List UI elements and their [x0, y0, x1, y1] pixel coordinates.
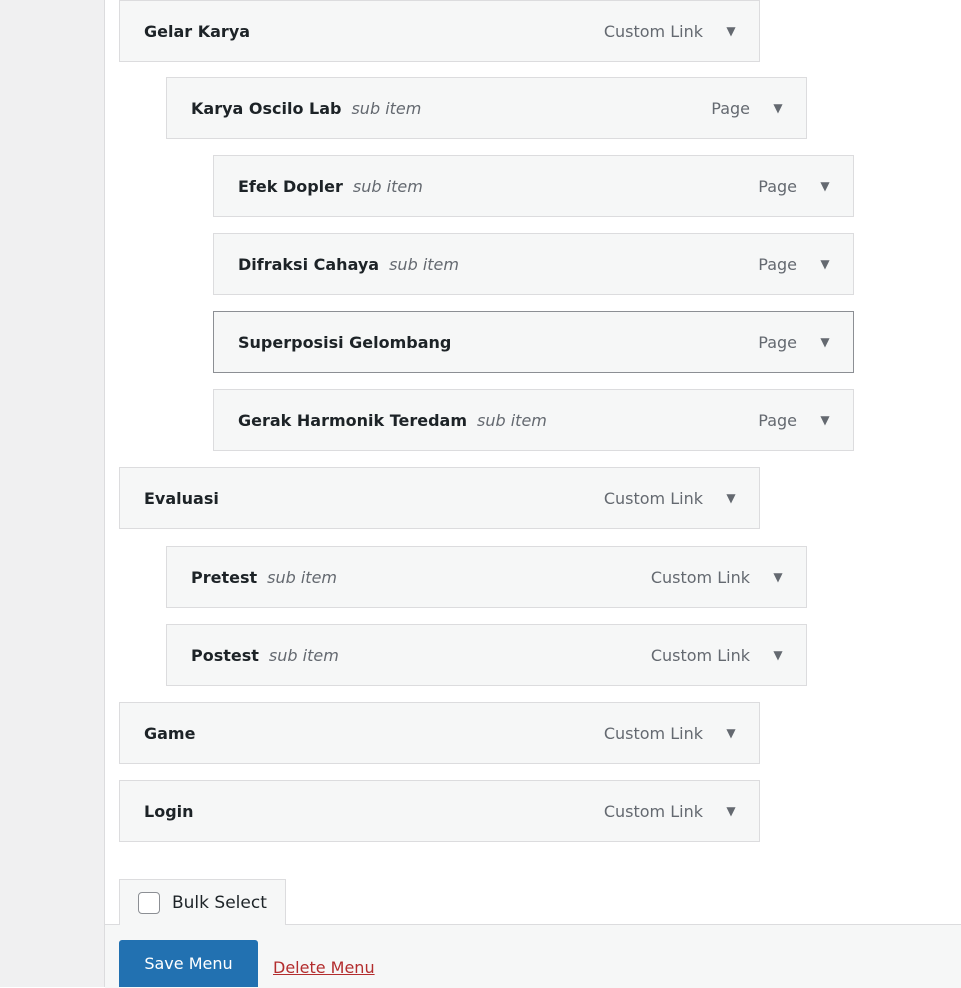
- chevron-down-icon[interactable]: ▼: [703, 24, 759, 38]
- chevron-down-icon[interactable]: ▼: [750, 570, 806, 584]
- menu-item-sub-label: sub item: [351, 98, 422, 118]
- menu-item-sub-label: sub item: [477, 410, 547, 430]
- menu-item-title: Gelar Karya: [144, 21, 251, 41]
- chevron-down-icon[interactable]: ▼: [750, 101, 806, 115]
- menu-item-type: Page: [711, 98, 750, 118]
- menu-item-type: Custom Link: [650, 567, 750, 587]
- chevron-down-icon[interactable]: ▼: [703, 491, 759, 505]
- menu-item-postest[interactable]: Postest sub item Custom Link ▼: [166, 624, 807, 686]
- save-menu-button[interactable]: Save Menu: [119, 940, 258, 987]
- menu-item-title: Game: [144, 723, 196, 743]
- menu-item-efek-dopler[interactable]: Efek Dopler sub item Page ▼: [213, 155, 854, 217]
- menu-item-title: Evaluasi: [144, 488, 219, 508]
- menu-item-type: Page: [758, 332, 797, 352]
- menu-item-sub-label: sub item: [267, 567, 338, 587]
- menu-item-type: Page: [758, 410, 797, 430]
- menu-item-login[interactable]: Login Custom Link ▼: [119, 780, 760, 842]
- menu-item-type: Custom Link: [603, 723, 703, 743]
- menu-item-superposisi-gelombang[interactable]: Superposisi Gelombang Page ▼: [213, 311, 854, 373]
- menu-item-type: Custom Link: [603, 801, 703, 821]
- bulk-select-checkbox[interactable]: [138, 891, 160, 914]
- menu-item-game[interactable]: Game Custom Link ▼: [119, 702, 760, 764]
- menu-item-type: Page: [758, 176, 797, 196]
- chevron-down-icon[interactable]: ▼: [703, 726, 759, 740]
- menu-item-title: Login: [144, 801, 194, 821]
- bulk-select-label: Bulk Select: [172, 892, 267, 913]
- chevron-down-icon[interactable]: ▼: [797, 335, 853, 349]
- menu-item-sub-label: sub item: [389, 254, 459, 274]
- chevron-down-icon[interactable]: ▼: [797, 257, 853, 271]
- menu-item-title: Difraksi Cahaya: [238, 254, 380, 274]
- menu-item-title: Gerak Harmonik Teredam: [238, 410, 468, 430]
- chevron-down-icon[interactable]: ▼: [797, 179, 853, 193]
- menu-item-gerak-harmonik-teredam[interactable]: Gerak Harmonik Teredam sub item Page ▼: [213, 389, 854, 451]
- menu-item-title: Postest: [191, 645, 259, 665]
- menu-item-sub-label: sub item: [352, 176, 423, 196]
- chevron-down-icon[interactable]: ▼: [750, 648, 806, 662]
- admin-sidebar-gutter: [0, 0, 105, 987]
- menu-item-type: Custom Link: [603, 21, 703, 41]
- delete-menu-link[interactable]: Delete Menu: [273, 958, 375, 977]
- menu-item-karya-oscilo-lab[interactable]: Karya Oscilo Lab sub item Page ▼: [166, 77, 807, 139]
- menu-item-title: Efek Dopler: [238, 176, 343, 196]
- menu-item-difraksi-cahaya[interactable]: Difraksi Cahaya sub item Page ▼: [213, 233, 854, 295]
- chevron-down-icon[interactable]: ▼: [703, 804, 759, 818]
- menu-item-type: Custom Link: [650, 645, 750, 665]
- menu-item-title: Karya Oscilo Lab: [191, 98, 342, 118]
- menu-item-gelar-karya[interactable]: Gelar Karya Custom Link ▼: [119, 0, 760, 62]
- menu-item-type: Page: [758, 254, 797, 274]
- menu-item-evaluasi[interactable]: Evaluasi Custom Link ▼: [119, 467, 760, 529]
- bulk-select-toggle[interactable]: Bulk Select: [119, 879, 286, 925]
- menu-item-title: Pretest: [191, 567, 258, 587]
- menu-item-type: Custom Link: [603, 488, 703, 508]
- menu-item-sub-label: sub item: [268, 645, 339, 665]
- chevron-down-icon[interactable]: ▼: [797, 413, 853, 427]
- menu-item-pretest[interactable]: Pretest sub item Custom Link ▼: [166, 546, 807, 608]
- menu-item-title: Superposisi Gelombang: [238, 332, 452, 352]
